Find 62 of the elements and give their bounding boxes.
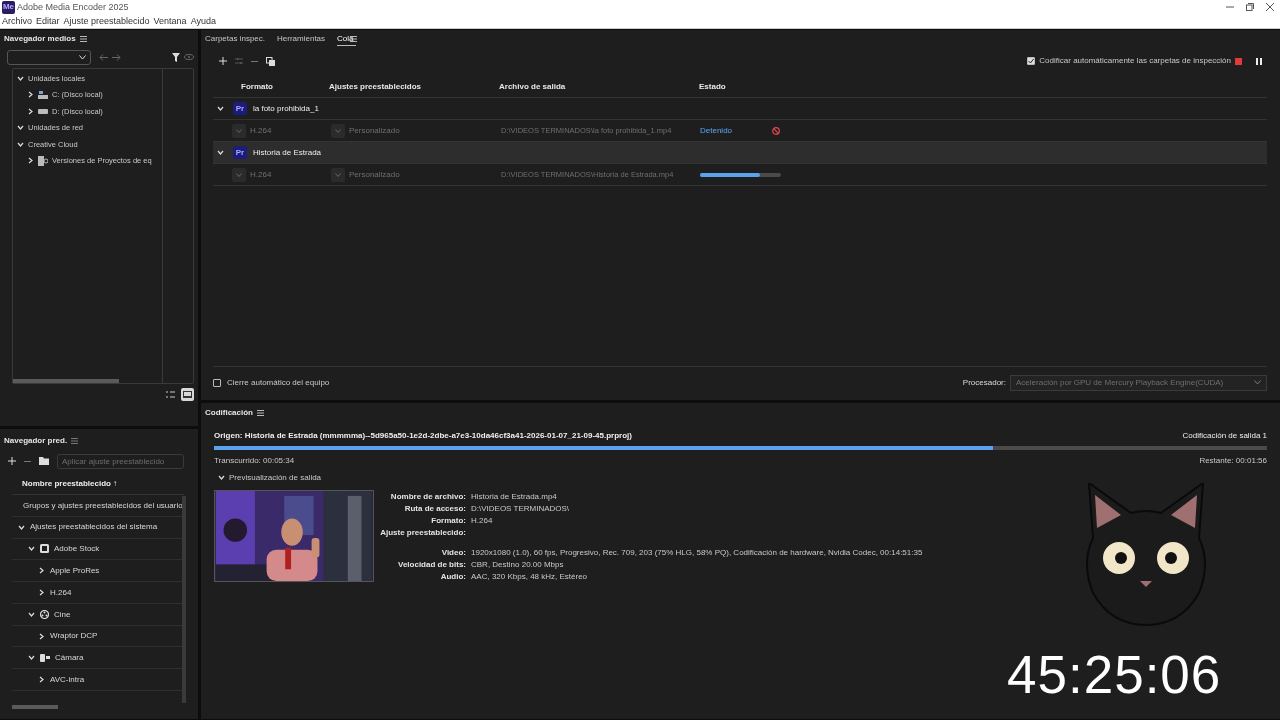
preset-label: Personalizado — [349, 125, 400, 136]
status-text: Detenido — [700, 125, 734, 136]
tree-item-label[interactable]: AVC-intra — [50, 674, 85, 685]
field-value: AAC, 320 Kbps, 48 kHz, Estéreo — [471, 571, 589, 582]
panel-tab[interactable]: Cola — [337, 31, 356, 47]
panel-tab[interactable]: Carpetas inspec. — [205, 31, 266, 47]
field-label: Audio: — [439, 571, 466, 582]
premiere-badge: Pr — [233, 102, 247, 115]
menu-item[interactable]: Ajuste preestablecido — [63, 15, 150, 27]
tree-item-label[interactable]: Ajustes preestablecidos del sistema — [30, 522, 158, 532]
field-label: Nombre de archivo: — [389, 491, 466, 502]
menu-item[interactable]: Ayuda — [190, 15, 216, 27]
panel-tab[interactable]: Herramientas — [277, 31, 326, 47]
format-label: H.264 — [250, 169, 272, 180]
menu-item[interactable]: Archivo — [2, 15, 32, 27]
panel-title: Codificación — [205, 408, 253, 418]
format-label: H.264 — [250, 125, 272, 136]
field-label: Video: — [440, 547, 466, 558]
column-header[interactable]: Nombre preestablecido — [22, 478, 111, 489]
source-name: la foto prohibida_1 — [253, 103, 319, 114]
checkbox-label: Codificar automáticamente las carpetas de inspección — [1039, 56, 1231, 66]
panel-title: Navegador pred. — [4, 436, 68, 446]
field-value: 1920x1080 (1.0), 60 fps, Progresivo, Rec. 709, 203 (75% HLG, 58% PQ), Codificación de hardware, Nvidia Codec, 00:14:51:35 — [471, 547, 923, 558]
column-header[interactable]: Estado — [697, 81, 1267, 92]
source-name: Historia de Estrada — [253, 147, 322, 158]
queue-item-row[interactable]: Pr Historia de Estrada — [213, 142, 1267, 164]
sort-indicator: ↑ — [112, 478, 117, 489]
search-field[interactable]: Aplicar ajuste preestablecido — [57, 453, 184, 469]
column-header[interactable]: Ajustes preestablecidos — [325, 81, 497, 92]
field-label: Procesador: — [962, 377, 1006, 388]
menu-item[interactable]: Ventana — [153, 15, 187, 27]
checkbox-label: Cierre automático del equipo — [227, 377, 330, 388]
tree-item-label[interactable]: Apple ProRes — [50, 565, 100, 576]
panel-title: Navegador medios — [4, 34, 76, 44]
tree-item-label[interactable]: Cine — [54, 609, 71, 620]
tree-item-label[interactable]: Cámara — [55, 653, 84, 663]
field-label: Velocidad de bits: — [397, 559, 466, 570]
elapsed-time: Transcurrido: 00:05:34 — [214, 455, 295, 466]
app-icon: Me — [2, 0, 15, 14]
menu-item[interactable]: Editar — [36, 15, 60, 27]
field-value: CBR, Destino 20.00 Mbps — [471, 559, 565, 570]
tree-item-label[interactable]: H.264 — [50, 587, 72, 598]
field-value: H.264 — [471, 515, 494, 526]
tree-item-label[interactable]: Wraptor DCP — [50, 631, 98, 641]
remaining-time: Restante: 00:01:56 — [1199, 455, 1267, 466]
source-path: Origen: Historia de Estrada (mmmmma)--5d965a50-1e2d-2dbe-a7e3-10da46cf3a41-2026-01-07_21-09-45.prproj) — [214, 431, 632, 441]
column-header[interactable]: Formato — [213, 81, 325, 92]
output-counter: Codificación de salida 1 — [1182, 431, 1267, 441]
field-value: Historia de Estrada.mp4 — [471, 491, 558, 502]
tree-item-label[interactable]: Adobe Stock — [54, 544, 100, 554]
clock-overlay: 45:25:06 — [1007, 648, 1222, 701]
field-label: Formato: — [430, 515, 466, 526]
tree-item-label[interactable]: Grupos y ajustes preestablecidos del usuario — [23, 500, 182, 511]
queue-item-row[interactable]: Pr la foto prohibida_1 — [213, 98, 1267, 120]
premiere-badge: Pr — [233, 146, 247, 159]
field-label: Ajuste preestablecido: — [379, 528, 466, 538]
preset-label: Personalizado — [349, 169, 400, 180]
field-label: Ruta de acceso: — [403, 503, 466, 514]
column-header[interactable]: Archivo de salida — [497, 81, 697, 92]
field-value: D:\VIDEOS TERMINADOS\ — [471, 503, 571, 514]
section-title[interactable]: Previsualización de salida — [229, 473, 322, 483]
window-title: Adobe Media Encoder 2025 — [17, 1, 129, 13]
